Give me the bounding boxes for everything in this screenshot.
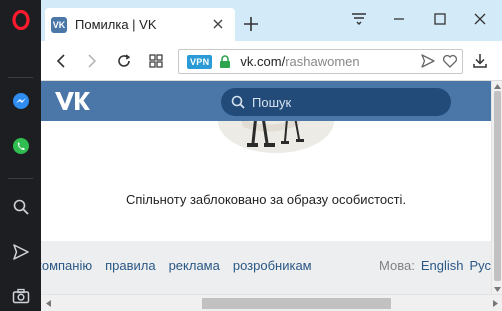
download-icon[interactable] [469,50,491,72]
send-icon[interactable] [0,237,41,267]
blocked-illustration [218,121,334,153]
speed-dial-icon[interactable] [145,50,167,72]
vertical-scrollbar[interactable] [491,81,502,294]
vk-favicon-icon: VK [51,16,67,33]
language-switcher: Мова: English Русский [379,258,491,273]
vk-search-input[interactable]: Пошук [221,88,451,116]
tab-vk-error[interactable]: VK Помилка | VK [45,8,235,41]
footer-links: компанію правила реклама розробникам [41,258,312,273]
footer-link-rules[interactable]: правила [105,258,155,273]
scroll-left-arrow-icon[interactable] [43,298,53,308]
search-icon[interactable] [0,192,41,222]
heart-icon[interactable] [442,53,458,72]
search-icon [231,95,245,109]
footer-link-ads[interactable]: реклама [169,258,220,273]
url-host: vk.com/ [240,54,286,69]
url-text[interactable]: vk.com/rashawomen [240,54,359,69]
opera-sidebar [0,0,41,311]
reload-button[interactable] [113,50,135,72]
language-label: Мова: [379,258,415,273]
vk-footer: компанію правила реклама розробникам Мов… [41,241,491,294]
vk-logo-icon[interactable] [54,90,94,112]
new-tab-button[interactable] [241,14,261,34]
vpn-badge[interactable]: VPN [187,54,213,69]
browser-toolbar: VPN vk.com/rashawomen [41,41,502,81]
page-content: Спільноту заблоковано за образу особисто… [41,121,491,241]
scroll-down-arrow-icon[interactable] [492,284,502,294]
language-russian[interactable]: Русский [469,258,491,273]
horizontal-scroll-thumb[interactable] [202,298,391,309]
tab-strip: VK Помилка | VK [41,0,502,41]
vertical-scroll-thumb[interactable] [494,91,501,281]
url-path: rashawomen [285,54,360,69]
search-placeholder: Пошук [252,94,292,110]
back-button[interactable] [50,50,72,72]
footer-link-company[interactable]: компанію [41,258,92,273]
messenger-icon[interactable] [0,86,41,116]
forward-button[interactable] [81,50,103,72]
minimize-button[interactable] [388,8,410,30]
lock-icon[interactable] [219,54,231,69]
opera-logo-icon[interactable] [0,5,41,35]
address-bar[interactable]: VPN vk.com/rashawomen [178,49,463,74]
footer-link-developers[interactable]: розробникам [233,258,312,273]
close-icon[interactable] [211,17,225,31]
maximize-button[interactable] [429,8,451,30]
sidebar-divider [8,178,33,179]
window-close-button[interactable] [469,8,491,30]
send-page-icon[interactable] [420,53,436,72]
whatsapp-icon[interactable] [0,131,41,161]
scroll-up-arrow-icon[interactable] [492,81,502,91]
vk-header: Пошук [41,81,491,121]
sidebar-divider [8,77,33,78]
camera-icon[interactable] [0,281,41,311]
tab-menu-icon[interactable] [348,8,370,30]
tab-title: Помилка | VK [75,17,157,32]
scroll-right-arrow-icon[interactable] [490,298,500,308]
blocked-message: Спільноту заблоковано за образу особисто… [125,192,407,207]
horizontal-scrollbar[interactable] [41,294,502,311]
language-english[interactable]: English [421,258,464,273]
